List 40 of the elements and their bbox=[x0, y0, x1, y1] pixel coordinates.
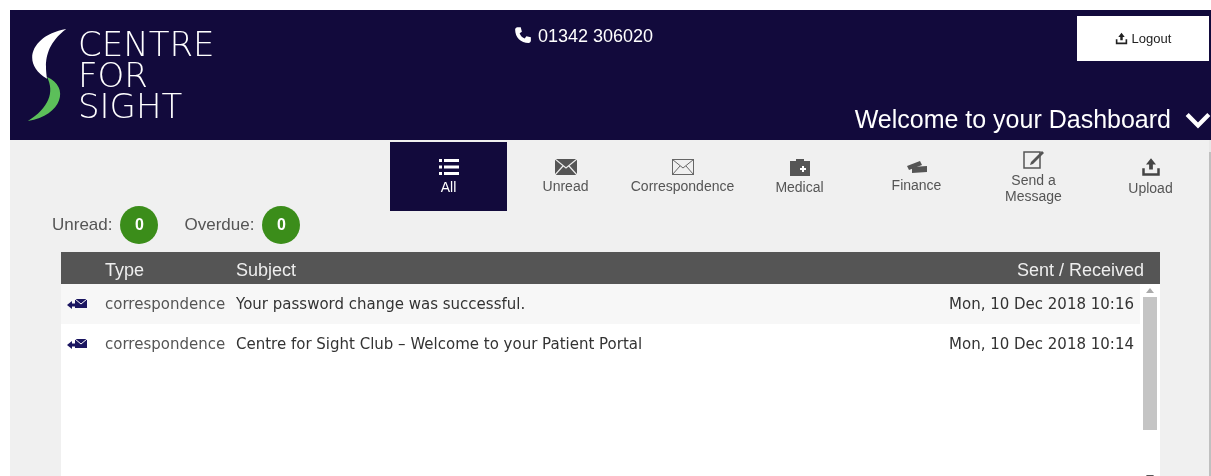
phone-icon bbox=[514, 26, 532, 44]
table-cell-text: Mon, 10 Dec 2018 10:14 bbox=[948, 335, 1135, 353]
logo-text: CENTRE bbox=[78, 28, 215, 60]
table-cell-text: Centre for Sight Club – Welcome to your Patient Portal bbox=[236, 335, 644, 353]
cards-icon bbox=[905, 160, 928, 174]
logout-button[interactable]: Logout bbox=[1077, 16, 1209, 61]
filter-tab[interactable]: Send a Message bbox=[975, 142, 1092, 211]
reply-envelope-icon bbox=[67, 338, 87, 350]
counter-label: Unread: bbox=[52, 215, 113, 235]
message-row[interactable]: correspondence Your password change was successful. Mon, 10 Dec 2018 10:16 bbox=[61, 284, 1140, 324]
table-cell-text: correspondence bbox=[105, 335, 227, 353]
filter-tab[interactable]: Medical bbox=[741, 142, 858, 211]
upload-icon bbox=[1140, 157, 1161, 177]
filter-tab[interactable]: Finance bbox=[858, 142, 975, 211]
compose-icon bbox=[1022, 149, 1045, 169]
table-cell-text: correspondence bbox=[105, 295, 227, 313]
envelope-icon bbox=[671, 159, 694, 175]
medical-bag-icon bbox=[789, 158, 810, 176]
table-cell-text: Mon, 10 Dec 2018 10:16 bbox=[948, 295, 1135, 313]
column-header: Sent / Received bbox=[1015, 260, 1145, 282]
chevron-down-icon[interactable] bbox=[1185, 110, 1211, 129]
scroll-up-icon[interactable] bbox=[1146, 288, 1154, 293]
list-icon bbox=[438, 158, 459, 176]
filter-tab[interactable]: Correspondence bbox=[624, 142, 741, 211]
logo-text: FOR bbox=[78, 59, 148, 91]
logo-text: SIGHT bbox=[78, 90, 183, 122]
column-header: Type bbox=[105, 260, 146, 282]
dashboard-title: Welcome to your Dashboard bbox=[854, 105, 1171, 134]
upload-icon bbox=[1114, 32, 1128, 45]
count-badge: 0 bbox=[262, 206, 301, 244]
reply-envelope-icon bbox=[67, 298, 87, 310]
filter-tab[interactable]: Unread bbox=[507, 142, 624, 211]
filter-tab[interactable]: All bbox=[390, 142, 507, 211]
column-header: Subject bbox=[236, 260, 298, 282]
phone-number: 01342 306020 bbox=[538, 26, 654, 47]
counter-label: Overdue: bbox=[184, 215, 255, 235]
envelope-icon bbox=[554, 159, 577, 175]
count-badge: 0 bbox=[120, 206, 159, 244]
table-cell-text: Your password change was successful. bbox=[236, 295, 527, 313]
filter-tab[interactable]: Upload bbox=[1092, 142, 1209, 211]
